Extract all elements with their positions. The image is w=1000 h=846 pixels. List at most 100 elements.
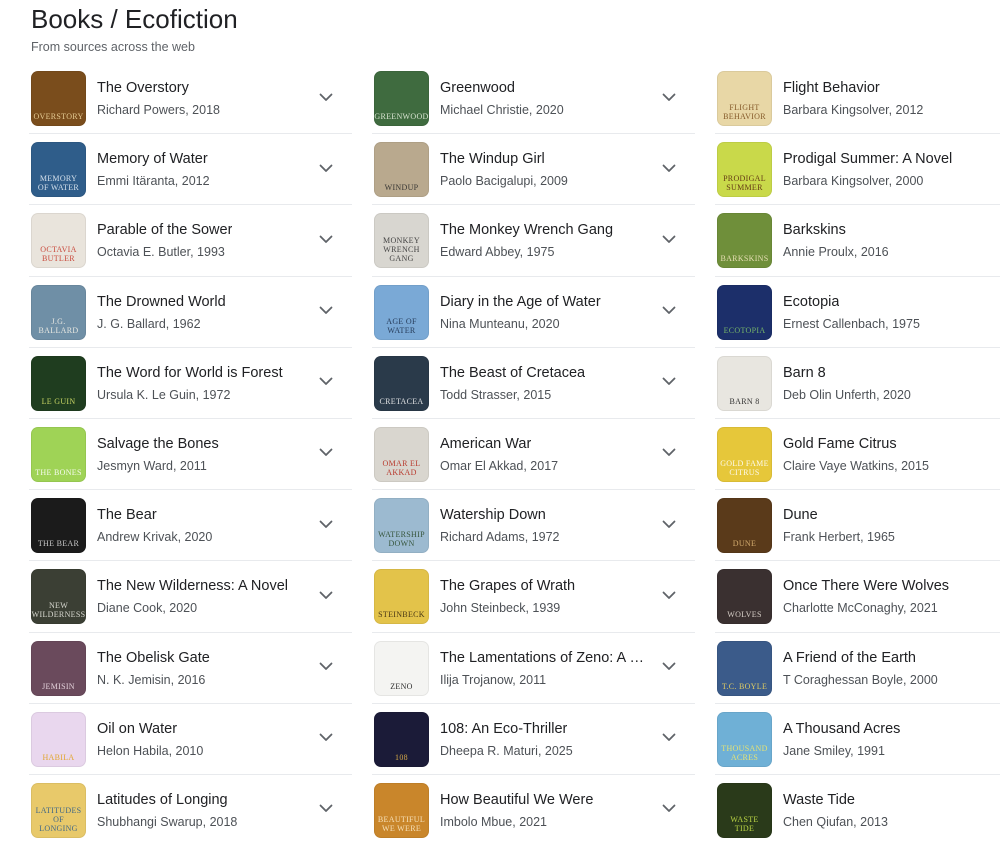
book-author-year: Richard Powers, 2018 (97, 103, 220, 117)
book-item[interactable]: Le Guin The Word for World is Forest Ursul… (29, 348, 352, 419)
chevron-down-icon[interactable] (316, 799, 336, 819)
book-title: The Word for World is Forest (97, 364, 283, 381)
chevron-down-icon[interactable] (316, 443, 336, 463)
book-item[interactable]: Cretacea The Beast of Cretacea Todd Strass… (372, 348, 695, 419)
book-item[interactable]: Latitudes of Longing Latitudes of Longing… (29, 775, 352, 846)
book-item[interactable]: Waste Tide Waste Tide Chen Qiufan, 2013 (715, 775, 1000, 846)
chevron-down-icon[interactable] (316, 514, 336, 534)
book-item[interactable]: Prodigal Summer Prodigal Summer: A Novel B… (715, 134, 1000, 206)
page-subtitle: From sources across the web (31, 40, 195, 54)
book-item[interactable]: Windup The Windup Girl Paolo Bacigalupi, 2… (372, 134, 695, 206)
book-item[interactable]: Octavia Butler Parable of the Sower Octavi… (29, 205, 352, 277)
book-cover: Greenwood (374, 71, 429, 126)
chevron-down-icon[interactable] (659, 514, 679, 534)
book-cover-text: Age of Water (386, 316, 417, 335)
book-cover-text: New Wilderness (31, 601, 86, 620)
book-column-1: Overstory The Overstory Richard Powers, 20… (29, 63, 352, 846)
book-item[interactable]: J.G. Ballard The Drowned World J. G. Balla… (29, 277, 352, 348)
chevron-down-icon[interactable] (316, 728, 336, 748)
chevron-down-icon[interactable] (659, 158, 679, 178)
book-item[interactable]: Omar El Akkad American War Omar El Akkad, … (372, 419, 695, 491)
chevron-down-icon[interactable] (316, 301, 336, 321)
book-item[interactable]: Overstory The Overstory Richard Powers, 20… (29, 63, 352, 135)
book-item[interactable]: Watership Down Watership Down Richard Adam… (372, 490, 695, 562)
book-title: The Windup Girl (440, 151, 545, 168)
book-title: The Drowned World (97, 293, 226, 310)
book-author-year: Frank Herbert, 1965 (783, 530, 895, 545)
book-cover-text: Octavia Butler (40, 245, 77, 264)
chevron-down-icon[interactable] (659, 799, 679, 819)
chevron-down-icon[interactable] (659, 585, 679, 605)
book-author-year: T Coraghessan Boyle, 2000 (783, 672, 938, 687)
chevron-down-icon[interactable] (659, 229, 679, 249)
book-item[interactable]: Zeno The Lamentations of Zeno: A Novel Ili… (372, 633, 695, 704)
book-author-year: Dheepa R. Maturi, 2025 (440, 743, 573, 758)
book-cover: Ecotopia (717, 284, 772, 340)
book-cover: Flight Behavior (717, 71, 772, 126)
chevron-down-icon[interactable] (316, 585, 336, 605)
chevron-down-icon[interactable] (659, 301, 679, 321)
book-title: Salvage the Bones (97, 435, 219, 452)
book-item[interactable]: Habila Oil on Water Helon Habila, 2010 (29, 704, 352, 775)
book-item[interactable]: New Wilderness The New Wilderness: A Nove… (29, 561, 352, 633)
book-author-year: Octavia E. Butler, 1993 (97, 245, 225, 260)
chevron-down-icon[interactable] (316, 229, 336, 249)
chevron-down-icon[interactable] (659, 728, 679, 748)
book-cover-text: memory of water (37, 174, 80, 193)
book-item[interactable]: Flight Behavior Flight Behavior Barbara Ki… (715, 63, 1000, 135)
book-item[interactable]: Dune Dune Frank Herbert, 1965 (715, 490, 1000, 562)
book-cover: Octavia Butler (31, 213, 86, 269)
book-cover-text: Latitudes of Longing (35, 805, 82, 833)
book-item[interactable]: 108 108: An Eco-Thriller Dheepa R. Maturi,… (372, 704, 695, 775)
book-cover-text: Habila (42, 752, 75, 762)
book-author-year: N. K. Jemisin, 2016 (97, 672, 206, 687)
book-cover: Waste Tide (717, 782, 772, 838)
book-item[interactable]: Age of Water Diary in the Age of Water Nin… (372, 277, 695, 348)
book-item[interactable]: Wolves Once There Were Wolves Charlotte Mc… (715, 561, 1000, 633)
book-item[interactable]: Gold Fame Citrus Gold Fame Citrus Claire V… (715, 419, 1000, 491)
book-author-year: Ilija Trojanow, 2011 (440, 672, 547, 687)
book-cover: the Bones (31, 426, 86, 482)
book-author-year: Todd Strasser, 2015 (440, 387, 552, 402)
book-item[interactable]: Barn 8 Barn 8 Deb Olin Unferth, 2020 (715, 348, 1000, 419)
chevron-down-icon[interactable] (659, 87, 679, 107)
book-title: 108: An Eco-Thriller (440, 720, 568, 737)
book-cover-text: Flight Behavior (723, 103, 766, 121)
book-title: Waste Tide (783, 791, 855, 808)
book-title: Gold Fame Citrus (783, 435, 897, 452)
book-cover: Windup (374, 142, 429, 198)
chevron-down-icon[interactable] (316, 657, 336, 677)
book-item[interactable]: The Bear The Bear Andrew Krivak, 2020 (29, 490, 352, 562)
book-cover: Thousand Acres (717, 711, 772, 767)
book-item[interactable]: Greenwood Greenwood Michael Christie, 2020 (372, 63, 695, 135)
book-author-year: Paolo Bacigalupi, 2009 (440, 174, 568, 189)
book-title: Watership Down (440, 507, 546, 524)
book-cover: Le Guin (31, 355, 86, 411)
book-item[interactable]: Jemisin The Obelisk Gate N. K. Jemisin, 20… (29, 633, 352, 704)
chevron-down-icon[interactable] (659, 372, 679, 392)
book-author-year: Omar El Akkad, 2017 (440, 458, 559, 473)
chevron-down-icon[interactable] (659, 657, 679, 677)
book-item[interactable]: Thousand Acres A Thousand Acres Jane Smile… (715, 704, 1000, 775)
book-cover: Beautiful We Were (374, 782, 429, 838)
book-cover-text: Prodigal Summer (723, 174, 766, 193)
book-item[interactable]: Monkey Wrench Gang The Monkey Wrench Gang… (372, 205, 695, 277)
book-author-year: Barbara Kingsolver, 2012 (783, 103, 924, 117)
book-item[interactable]: Beautiful We Were How Beautiful We Were Im… (372, 775, 695, 846)
book-item[interactable]: T.C. Boyle A Friend of the Earth T Coraghe… (715, 633, 1000, 704)
book-author-year: Diane Cook, 2020 (97, 601, 198, 616)
book-item[interactable]: Steinbeck The Grapes of Wrath John Steinbe… (372, 561, 695, 633)
book-item[interactable]: memory of water Memory of Water Emmi Itära… (29, 134, 352, 206)
book-cover-text: Windup (384, 183, 419, 193)
book-author-year: Nina Munteanu, 2020 (440, 316, 560, 331)
book-title: American War (440, 435, 532, 452)
chevron-down-icon[interactable] (316, 372, 336, 392)
book-item[interactable]: the Bones Salvage the Bones Jesmyn Ward, 2… (29, 419, 352, 491)
book-item[interactable]: Barkskins Barkskins Annie Proulx, 2016 (715, 205, 1000, 277)
book-item[interactable]: Ecotopia Ecotopia Ernest Callenbach, 1975 (715, 277, 1000, 348)
chevron-down-icon[interactable] (659, 443, 679, 463)
book-title: Memory of Water (97, 151, 208, 168)
book-author-year: Emmi Itäranta, 2012 (97, 174, 210, 189)
chevron-down-icon[interactable] (316, 158, 336, 178)
chevron-down-icon[interactable] (316, 87, 336, 107)
